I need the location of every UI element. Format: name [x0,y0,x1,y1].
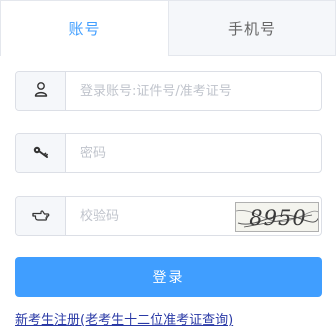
captcha-field: 8950 [15,196,322,236]
password-input[interactable] [66,134,321,172]
login-button[interactable]: 登录 [15,257,322,297]
account-input[interactable] [66,72,321,110]
captcha-prefix [16,197,66,235]
tab-account-label: 账号 [68,20,101,38]
account-prefix [16,72,66,110]
captcha-image[interactable]: 8950 [235,202,319,232]
user-icon [34,81,48,101]
tab-account[interactable]: 账号 [0,0,168,56]
login-tabs: 账号 手机号 [0,0,336,56]
register-link[interactable]: 新考生注册(老考生十二位准考证查询) [15,309,233,328]
pointing-hand-icon [31,207,50,226]
tab-phone-label: 手机号 [227,19,276,38]
account-field [15,71,322,111]
captcha-text: 8950 [249,206,306,230]
key-icon [33,144,49,163]
tab-phone[interactable]: 手机号 [168,0,336,56]
password-field [15,133,322,173]
password-prefix [16,134,66,172]
